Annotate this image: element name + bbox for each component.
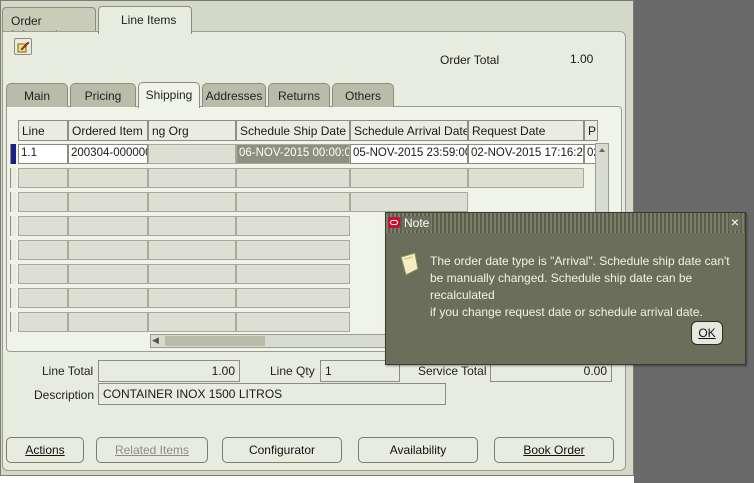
description-label: Description (34, 388, 95, 402)
table-cell[interactable] (148, 216, 236, 236)
oracle-logo-icon (388, 217, 400, 228)
row-selector[interactable] (10, 312, 16, 332)
row-selector[interactable] (10, 144, 16, 164)
ok-button-label: OK (698, 326, 716, 340)
row-selector[interactable] (10, 240, 16, 260)
table-cell[interactable] (18, 216, 68, 236)
table-cell[interactable] (350, 168, 468, 188)
scroll-up-icon[interactable] (596, 145, 608, 155)
table-cell[interactable] (68, 240, 148, 260)
tab-main[interactable]: Main (6, 83, 68, 107)
tab-others[interactable]: Others (332, 83, 394, 107)
table-cell[interactable] (18, 288, 68, 308)
col-shipping-org: ng Org (148, 120, 236, 141)
dialog-message-line: be manually changed. Schedule ship date … (430, 271, 693, 302)
order-total-value: 1.00 (570, 52, 594, 66)
row-selector[interactable] (10, 264, 16, 284)
availability-button-label: Availability (389, 443, 447, 457)
table-cell[interactable] (148, 264, 236, 284)
col-schedule-ship-date: Schedule Ship Date (236, 120, 350, 141)
cell-schedule-arrival-date[interactable]: 05-NOV-2015 23:59:00 (350, 144, 468, 164)
cell-line[interactable]: 1.1 (18, 144, 68, 164)
col-request-date: Request Date (468, 120, 584, 141)
table-cell[interactable] (148, 288, 236, 308)
table-cell[interactable] (350, 192, 468, 212)
cell-ordered-item[interactable]: 200304-000000 (68, 144, 148, 164)
related-items-button[interactable]: Related Items (96, 437, 208, 463)
dialog-message-line: The order date type is "Arrival". Schedu… (430, 254, 730, 268)
related-items-button-label: Related Items (114, 443, 190, 457)
scroll-left-icon[interactable]: ◀ (152, 335, 159, 346)
tab-pricing[interactable]: Pricing (70, 83, 136, 107)
scroll-thumb[interactable] (165, 336, 265, 346)
table-cell[interactable] (148, 168, 236, 188)
table-cell[interactable] (148, 312, 236, 332)
row-selector[interactable] (10, 288, 16, 308)
service-total-label: Service Total (418, 364, 487, 378)
configurator-button-label: Configurator (248, 443, 316, 457)
bottom-strip (0, 476, 634, 483)
table-cell[interactable] (236, 192, 350, 212)
dialog-message-line: if you change request date or schedule a… (430, 305, 703, 319)
table-cell[interactable] (68, 288, 148, 308)
table-cell[interactable] (236, 216, 350, 236)
horizontal-scrollbar[interactable]: ◀ (150, 334, 390, 348)
table-cell[interactable] (18, 312, 68, 332)
table-cell[interactable] (18, 240, 68, 260)
actions-button[interactable]: Actions (6, 437, 84, 463)
ok-button[interactable]: OK (691, 321, 723, 345)
availability-button[interactable]: Availability (358, 437, 478, 463)
dialog-title-bar[interactable]: Note × (386, 213, 745, 233)
dialog-title: Note (402, 216, 432, 230)
edit-icon[interactable] (14, 38, 32, 55)
table-cell[interactable] (236, 288, 350, 308)
col-schedule-arrival-date: Schedule Arrival Date (350, 120, 468, 141)
cell-request-date[interactable]: 02-NOV-2015 17:16:27 (468, 144, 584, 164)
note-icon (398, 251, 420, 277)
row-selector[interactable] (10, 216, 16, 236)
table-cell[interactable] (68, 216, 148, 236)
book-order-button-label: Book Order (523, 443, 585, 457)
tab-addresses[interactable]: Addresses (202, 83, 266, 107)
table-cell[interactable] (236, 312, 350, 332)
table-cell[interactable] (236, 264, 350, 284)
table-cell[interactable] (148, 192, 236, 212)
line-qty-label: Line Qty (270, 364, 315, 378)
close-icon[interactable]: × (728, 214, 741, 230)
configurator-button[interactable]: Configurator (222, 437, 342, 463)
tab-line-items[interactable]: Line Items (98, 6, 192, 34)
line-total-label: Line Total (42, 364, 94, 378)
table-cell[interactable] (236, 240, 350, 260)
col-line: Line (18, 120, 68, 141)
table-cell[interactable] (68, 312, 148, 332)
table-cell[interactable] (68, 168, 148, 188)
cell-schedule-ship-date[interactable]: 06-NOV-2015 00:00:00 (236, 144, 350, 164)
table-cell[interactable] (18, 168, 68, 188)
col-p: P (584, 120, 598, 141)
col-ordered-item: Ordered Item (68, 120, 148, 141)
table-cell[interactable] (68, 264, 148, 284)
book-order-button[interactable]: Book Order (494, 437, 614, 463)
order-total-label: Order Total (440, 53, 500, 67)
table-cell[interactable] (18, 264, 68, 284)
table-cell[interactable] (468, 168, 584, 188)
table-cell[interactable] (18, 192, 68, 212)
tab-order-information[interactable]: Order Information (2, 7, 96, 42)
tab-returns[interactable]: Returns (268, 83, 330, 107)
dialog-message: The order date type is "Arrival". Schedu… (430, 253, 742, 321)
table-cell[interactable] (148, 240, 236, 260)
table-cell[interactable] (236, 168, 350, 188)
tab-shipping[interactable]: Shipping (138, 82, 200, 108)
table-cell[interactable] (68, 192, 148, 212)
actions-button-label: Actions (25, 443, 65, 457)
cell-shipping-org[interactable] (148, 144, 236, 164)
description-field[interactable]: CONTAINER INOX 1500 LITROS (98, 383, 446, 405)
row-selector[interactable] (10, 192, 16, 212)
line-total-field[interactable]: 1.00 (98, 360, 240, 382)
note-dialog: Note × The order date type is "Arrival".… (385, 212, 746, 365)
row-selector[interactable] (10, 168, 16, 188)
